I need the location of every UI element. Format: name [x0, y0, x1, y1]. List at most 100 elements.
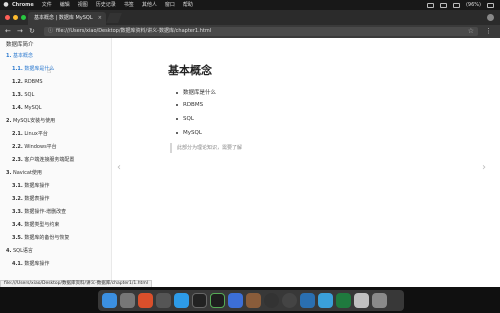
navicat-icon[interactable]: [318, 293, 333, 308]
launchpad-icon[interactable]: [120, 293, 135, 308]
trash-icon[interactable]: [372, 293, 387, 308]
toc-item-1-3[interactable]: 1.3. SQL: [0, 89, 111, 101]
battery-percentage: (96%): [465, 2, 481, 8]
toc-label: MySQL安装与使用: [11, 118, 56, 124]
toc-num: 2.2.: [12, 144, 23, 150]
toc-item-1-1[interactable]: 1.1. 数据库是什么: [0, 63, 111, 75]
toc-item-3-3[interactable]: 3.3. 数据操作-增删改查: [0, 206, 111, 218]
content-item-text: 数据库是什么: [183, 90, 217, 96]
close-window-button[interactable]: [5, 15, 10, 20]
toc-item-3-4[interactable]: 3.4. 数据类型与约束: [0, 219, 111, 231]
terminal-icon[interactable]: [192, 293, 207, 308]
toc-item-1-2[interactable]: 1.2. RDBMS: [0, 76, 111, 88]
user-avatar[interactable]: [487, 14, 494, 21]
minimize-window-button[interactable]: [13, 15, 18, 20]
zoom-window-button[interactable]: [21, 15, 26, 20]
next-page-arrow[interactable]: ›: [482, 163, 486, 173]
folder-icon[interactable]: [228, 293, 243, 308]
toc-item-2-1[interactable]: 2.1. Linux平台: [0, 128, 111, 140]
rocket-icon[interactable]: [156, 293, 171, 308]
toc-item-3-2[interactable]: 3.2. 数据表操作: [0, 193, 111, 205]
tab-active[interactable]: 基本概念 | 数据库 MySQL ×: [28, 12, 106, 25]
wifi-icon[interactable]: [426, 2, 434, 8]
toc-item-2-3[interactable]: 2.3. 客户端连接服务端配置: [0, 154, 111, 166]
toc-label: MySQL: [22, 105, 42, 111]
excel-icon[interactable]: [336, 293, 351, 308]
toc-title[interactable]: 数据库简介: [6, 40, 34, 48]
virtualbox-icon[interactable]: [300, 293, 315, 308]
prev-page-arrow[interactable]: ‹: [117, 163, 121, 173]
toc-label: 数据库操作: [22, 183, 50, 189]
toc-num: 2.3.: [12, 157, 23, 163]
toc-label: Linux平台: [22, 131, 48, 137]
bullet-icon: [176, 91, 178, 94]
menu-dots-icon[interactable]: ⋮: [485, 26, 492, 37]
toc-label: 基本概念: [11, 53, 33, 59]
content-list-item: 数据库是什么: [176, 88, 216, 96]
content-item-text: RDBMS: [183, 102, 204, 108]
reload-icon[interactable]: ↻: [29, 26, 35, 37]
back-arrow-icon[interactable]: ←: [5, 26, 11, 37]
menu-window[interactable]: 窗口: [165, 0, 175, 10]
toc-label: 数据表操作: [22, 196, 50, 202]
mac-menubar: ● Chrome 文件 编辑 视图 历史记录 书签 其他人 窗口 帮助 (96%…: [0, 0, 500, 10]
menu-history[interactable]: 历史记录: [96, 0, 116, 10]
toc-item-2-2[interactable]: 2.2. Windows平台: [0, 141, 111, 153]
forward-arrow-icon[interactable]: →: [17, 26, 23, 37]
toc-num: 2.1.: [12, 131, 23, 137]
tab-title: 基本概念 | 数据库 MySQL: [34, 15, 93, 21]
toc-item-3-5[interactable]: 3.5. 数据库的备份与恢复: [0, 232, 111, 244]
info-icon[interactable]: ⓘ: [48, 27, 53, 36]
chrome-icon[interactable]: [138, 293, 153, 308]
toc-label: 数据操作-增删改查: [22, 209, 67, 215]
pycharm-icon[interactable]: [210, 293, 225, 308]
toc-item-3-1[interactable]: 3.1. 数据库操作: [0, 180, 111, 192]
toc-label: 数据库的备份与恢复: [22, 235, 70, 241]
mac-dock: [98, 290, 404, 311]
menu-view[interactable]: 视图: [78, 0, 88, 10]
toc-item-2[interactable]: 2. MySQL安装与使用: [0, 115, 111, 127]
menu-file[interactable]: 文件: [42, 0, 52, 10]
pointer-hand-icon: ☝: [47, 67, 52, 75]
address-bar[interactable]: ⓘ file:///Users/xiao/Desktop/数据库资料/讲义-数据…: [44, 27, 478, 36]
toc-label: 数据类型与约束: [22, 222, 60, 228]
toc-num: 3.2.: [12, 196, 23, 202]
safari-icon[interactable]: [174, 293, 189, 308]
toc-label: RDBMS: [22, 79, 43, 85]
new-tab-button[interactable]: [106, 13, 122, 23]
battery-icon[interactable]: [452, 2, 460, 8]
obs-icon[interactable]: [264, 293, 279, 308]
close-tab-icon[interactable]: ×: [98, 12, 102, 25]
toc-sidebar: 数据库简介 1. 基本概念 1.1. 数据库是什么 1.2. RDBMS 1.3…: [0, 38, 112, 287]
menu-bookmarks[interactable]: 书签: [124, 0, 134, 10]
app-icon[interactable]: [246, 293, 261, 308]
toc-item-3[interactable]: 3. Navicat使用: [0, 167, 111, 179]
toc-label: 数据库操作: [22, 261, 50, 267]
menu-people[interactable]: 其他人: [142, 0, 157, 10]
preview-icon[interactable]: [354, 293, 369, 308]
toc-item-1[interactable]: 1. 基本概念: [0, 50, 111, 62]
menu-edit[interactable]: 编辑: [60, 0, 70, 10]
finder-icon[interactable]: [102, 293, 117, 308]
apple-icon[interactable]: ●: [0, 0, 12, 10]
toc-num: 1.4.: [12, 105, 23, 111]
toc-num: 4.1.: [12, 261, 23, 267]
menu-app-name[interactable]: Chrome: [12, 0, 34, 10]
volume-icon[interactable]: [439, 2, 447, 8]
menu-help[interactable]: 帮助: [183, 0, 193, 10]
toc-item-4-1[interactable]: 4.1. 数据库操作: [0, 258, 111, 270]
obs2-icon[interactable]: [282, 293, 297, 308]
content-list-item: RDBMS: [176, 102, 203, 108]
bookmark-star-icon[interactable]: ☆: [468, 26, 474, 37]
toc-label: Navicat使用: [11, 170, 42, 176]
toc-item-4[interactable]: 4. SQL语言: [0, 245, 111, 257]
toc-label: SQL语言: [11, 248, 33, 254]
search-icon[interactable]: [487, 2, 494, 8]
toc-item-1-4[interactable]: 1.4. MySQL: [0, 102, 111, 114]
toc-num: 1.2.: [12, 79, 23, 85]
toc-label: 客户端连接服务端配置: [22, 157, 75, 163]
bullet-icon: [176, 131, 178, 134]
tab-strip: 基本概念 | 数据库 MySQL ×: [0, 10, 500, 25]
toc-label: Windows平台: [22, 144, 57, 150]
toc-num: 3.4.: [12, 222, 23, 228]
